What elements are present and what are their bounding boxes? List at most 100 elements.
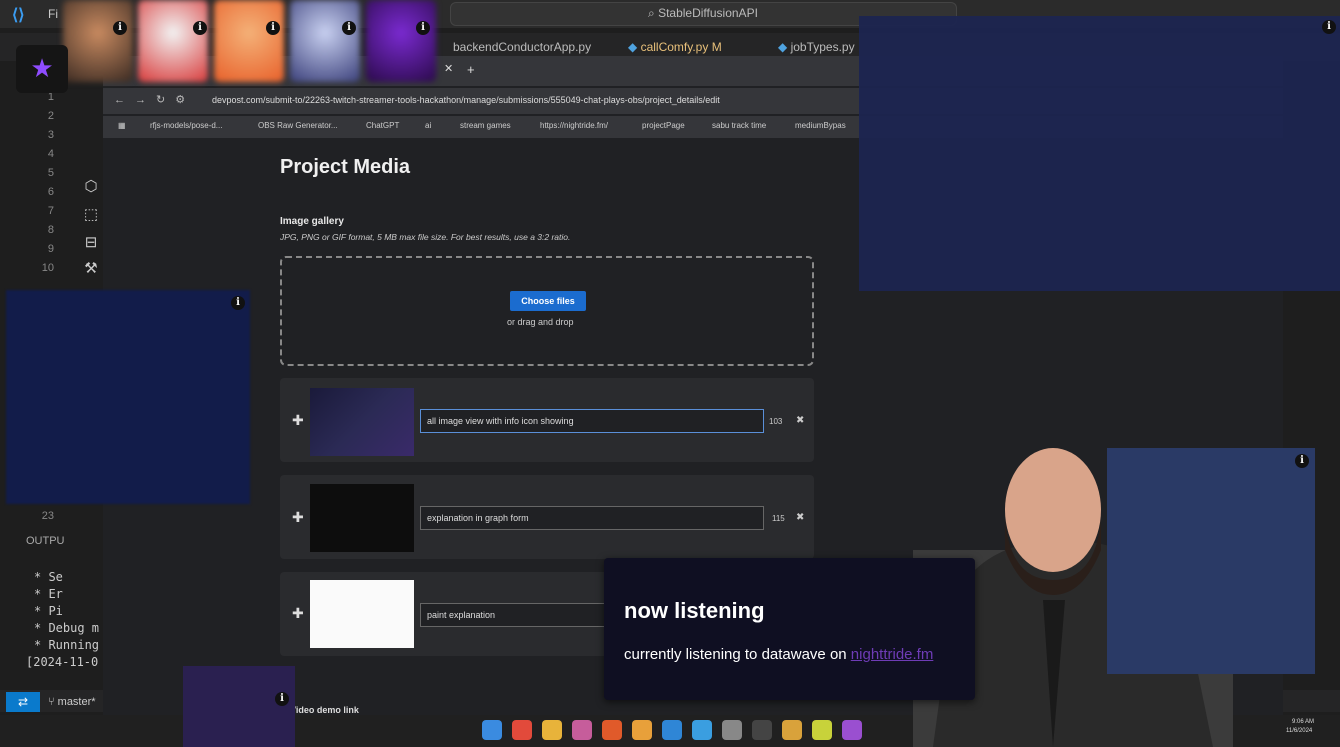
info-icon[interactable]: i xyxy=(113,21,127,35)
vscode-logo-icon: ⟨⟩ xyxy=(12,7,25,24)
blurred-overlay-panel xyxy=(859,16,1340,291)
media-thumbnail xyxy=(310,388,414,456)
info-icon[interactable]: i xyxy=(266,21,280,35)
vscode-taskbar-icon[interactable] xyxy=(662,720,682,740)
bookmark-item[interactable]: https://nightride.fm/ xyxy=(540,121,608,130)
bookmark-item[interactable]: rfjs-models/pose-d... xyxy=(150,121,222,130)
info-icon[interactable]: i xyxy=(1322,20,1336,34)
caption-input[interactable]: all image view with info icon showing xyxy=(420,409,764,433)
cube-icon[interactable]: ⬡ xyxy=(80,176,102,198)
viewer-avatar xyxy=(214,0,284,82)
output-line: * Debug m xyxy=(34,621,100,635)
line-number: 8 xyxy=(47,224,54,236)
media-thumbnail xyxy=(310,484,414,552)
viewer-avatar xyxy=(290,0,360,82)
menu-file[interactable]: Fi xyxy=(48,7,58,21)
url-text[interactable]: devpost.com/submit-to/22263-twitch-strea… xyxy=(212,95,720,105)
output-line: * Se xyxy=(34,570,63,584)
gallery-heading: Image gallery xyxy=(280,216,344,227)
line-number: 6 xyxy=(47,186,54,198)
info-icon[interactable]: i xyxy=(275,692,289,706)
line-number: 5 xyxy=(47,167,54,179)
line-number: 9 xyxy=(47,243,54,255)
line-number: 3 xyxy=(47,129,54,141)
app-icon[interactable] xyxy=(692,720,712,740)
bookmark-item[interactable]: ChatGPT xyxy=(366,121,399,130)
output-line: * Running xyxy=(34,638,100,652)
viewer-avatar xyxy=(63,0,133,82)
caption-input[interactable]: explanation in graph form xyxy=(420,506,764,530)
chrome-icon[interactable] xyxy=(512,720,532,740)
drag-handle-icon[interactable]: ✚ xyxy=(292,605,304,622)
bookmark-item[interactable]: OBS Raw Generator... xyxy=(258,121,338,130)
line-number: 23 xyxy=(41,510,54,522)
info-icon[interactable]: i xyxy=(416,21,430,35)
git-branch[interactable]: ⑂ master* xyxy=(48,696,96,708)
remove-media-icon[interactable]: ✖ xyxy=(796,512,804,523)
video-link-label: Video demo link xyxy=(290,705,359,715)
blurred-overlay-panel xyxy=(6,290,250,504)
wrench-icon[interactable]: ⚒ xyxy=(80,258,102,280)
blurred-overlay-panel xyxy=(1107,448,1315,674)
output-line: [2024-11-0 xyxy=(26,655,99,669)
close-tab-icon[interactable]: ✕ xyxy=(444,62,453,75)
bookmark-item[interactable]: sabu track time xyxy=(712,121,766,130)
apps-icon[interactable]: ▦ xyxy=(118,121,126,130)
app-icon[interactable] xyxy=(812,720,832,740)
output-line: * Er xyxy=(34,587,63,601)
info-icon[interactable]: i xyxy=(1295,454,1309,468)
viewer-avatar xyxy=(366,0,436,82)
tab-job-types[interactable]: ◆ jobTypes.py xyxy=(778,40,855,54)
new-tab-icon[interactable]: + xyxy=(467,62,475,77)
now-listening-card xyxy=(604,558,975,700)
app-icon[interactable] xyxy=(722,720,742,740)
clock-date[interactable]: 11/6/2024 xyxy=(1286,728,1312,734)
app-icon[interactable] xyxy=(572,720,592,740)
viewer-avatar xyxy=(138,0,208,82)
bookmark-item[interactable]: mediumBypas xyxy=(795,121,846,130)
line-number: 10 xyxy=(41,262,54,274)
page-title: Project Media xyxy=(280,156,411,178)
star-icon[interactable]: ★ xyxy=(16,45,68,93)
line-number: 7 xyxy=(47,205,54,217)
bookmark-item[interactable]: projectPage xyxy=(642,121,685,130)
remove-media-icon[interactable]: ✖ xyxy=(796,415,804,426)
start-icon[interactable] xyxy=(482,720,502,740)
remote-indicator-icon[interactable]: ⇄ xyxy=(6,692,40,712)
app-icon[interactable] xyxy=(782,720,802,740)
drag-drop-hint: or drag and drop xyxy=(507,317,574,327)
now-listening-title: now listening xyxy=(624,598,765,623)
info-icon[interactable]: i xyxy=(231,296,245,310)
app-icon[interactable] xyxy=(842,720,862,740)
app-icon[interactable] xyxy=(602,720,622,740)
database-icon[interactable]: ⊟ xyxy=(80,232,102,254)
gallery-description: JPG, PNG or GIF format, 5 MB max file si… xyxy=(280,232,571,242)
line-number: 4 xyxy=(47,148,54,160)
output-panel-label[interactable]: OUTPU xyxy=(26,535,65,547)
choose-files-button[interactable]: Choose files xyxy=(510,291,586,311)
tab-backend-conductor[interactable]: backendConductorApp.py xyxy=(453,40,591,54)
terminal-icon[interactable] xyxy=(752,720,772,740)
drag-handle-icon[interactable]: ✚ xyxy=(292,509,304,526)
blurred-overlay-panel xyxy=(183,666,295,747)
info-icon[interactable]: i xyxy=(193,21,207,35)
app-icon[interactable] xyxy=(632,720,652,740)
bookmark-item[interactable]: stream games xyxy=(460,121,511,130)
drag-handle-icon[interactable]: ✚ xyxy=(292,412,304,429)
now-listening-text: currently listening to datawave on night… xyxy=(624,646,934,663)
extensions-icon[interactable]: ⬚ xyxy=(80,204,102,226)
output-line: * Pi xyxy=(34,604,63,618)
line-number: 2 xyxy=(47,110,54,122)
media-thumbnail xyxy=(310,580,414,648)
command-search-text: ⌕ StableDiffusionAPI xyxy=(648,6,758,20)
browser-nav-icons[interactable]: ←→↻⚙ xyxy=(114,93,195,106)
clock-time[interactable]: 9:06 AM xyxy=(1292,719,1314,725)
bookmark-item[interactable]: ai xyxy=(425,121,431,130)
caption-char-count: 103 xyxy=(769,417,783,426)
info-icon[interactable]: i xyxy=(342,21,356,35)
nightride-link[interactable]: nighttride.fm xyxy=(851,646,934,663)
file-dropzone[interactable] xyxy=(280,256,814,366)
caption-char-count: 115 xyxy=(772,514,785,523)
tab-call-comfy[interactable]: ◆ callComfy.py M xyxy=(628,40,722,54)
explorer-icon[interactable] xyxy=(542,720,562,740)
